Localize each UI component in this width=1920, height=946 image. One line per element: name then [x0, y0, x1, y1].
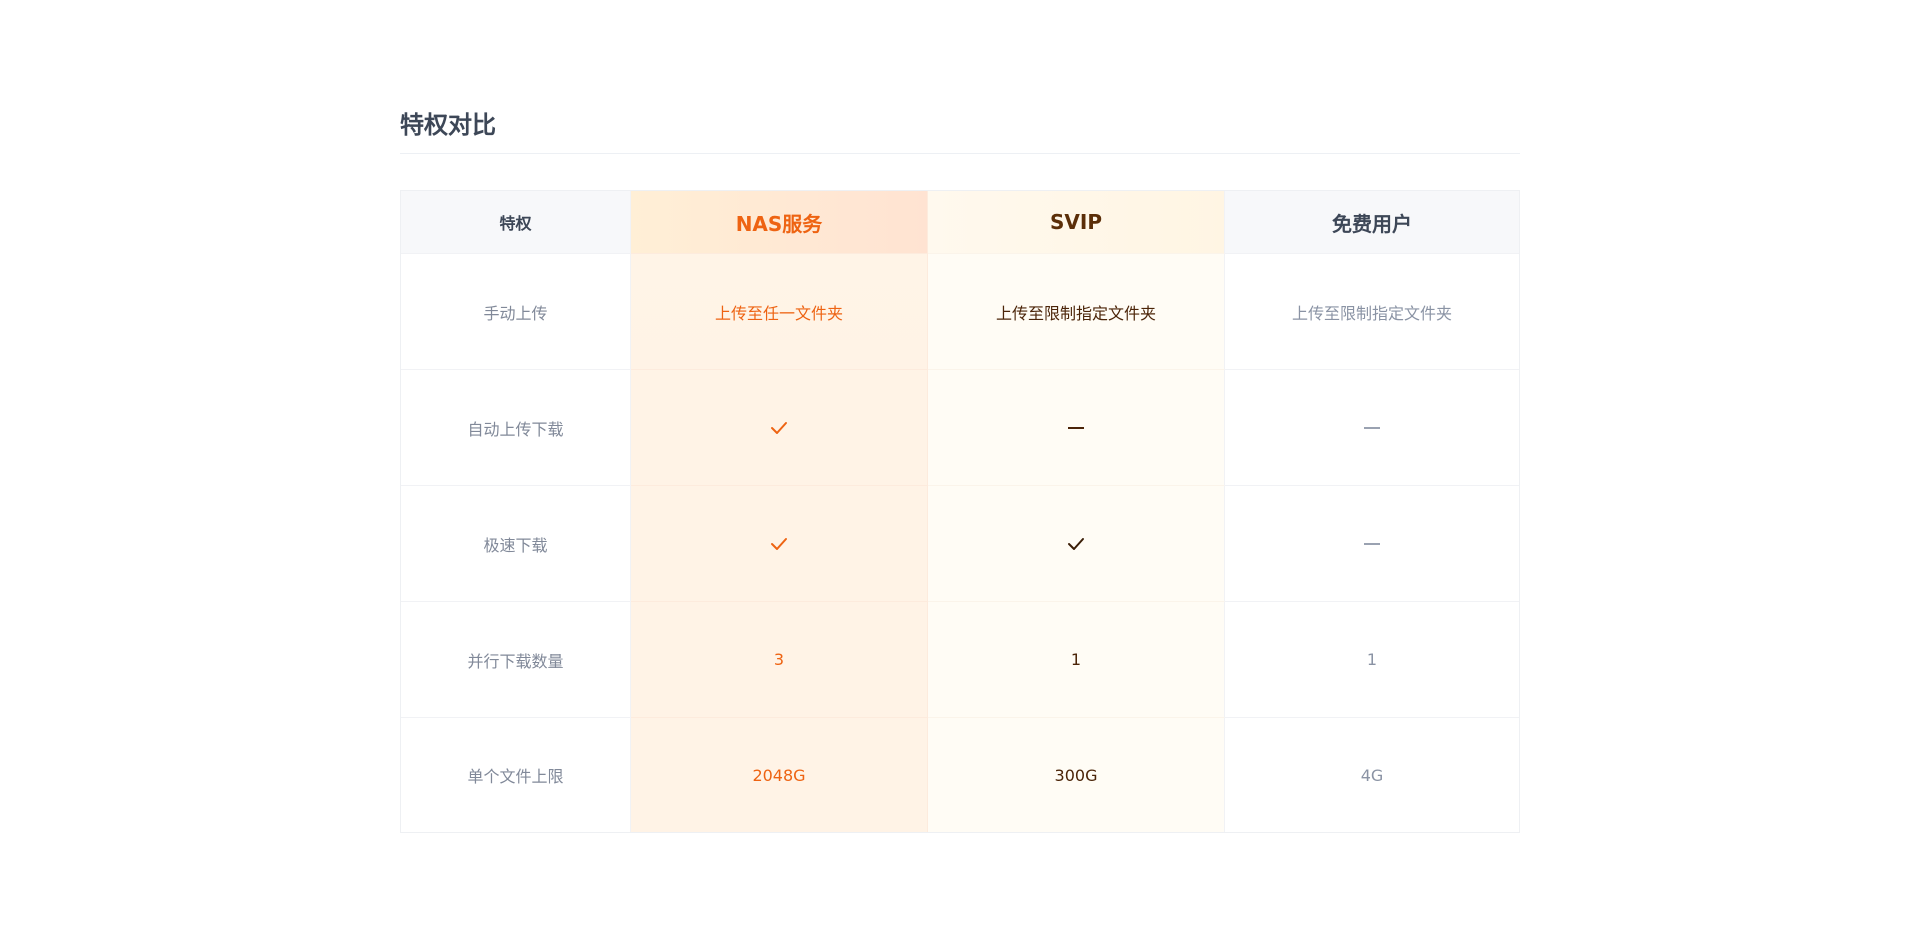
cell-free-single-file-limit: 4G [1360, 765, 1384, 785]
cell-nas-auto-upload-download [631, 370, 928, 486]
header-svip: SVIP [928, 191, 1225, 254]
cell-nas-manual-upload: 上传至任一文件夹 [631, 254, 928, 370]
page: 特权对比 特权 NAS服务 SVIP 免费用户 手动上传 上传至任一文件夹 上传… [0, 0, 1920, 946]
row-label-fast-download: 极速下载 [401, 486, 631, 602]
dash-icon [1068, 426, 1084, 429]
cell-svip-fast-download [928, 486, 1225, 602]
check-icon [770, 537, 788, 551]
check-icon [770, 421, 788, 435]
cell-nas-single-file-limit: 2048G [631, 718, 928, 832]
section-title: 特权对比 [400, 105, 1520, 154]
cell-nas-fast-download [631, 486, 928, 602]
row-label-manual-upload: 手动上传 [401, 254, 631, 370]
check-icon [1067, 537, 1085, 551]
cell-svip-parallel-downloads: 1 [928, 602, 1225, 718]
header-nas-service: NAS服务 [631, 191, 928, 254]
header-free-user: 免费用户 [1225, 191, 1519, 254]
dash-icon [1364, 542, 1380, 545]
cell-nas-parallel-downloads: 3 [631, 602, 928, 718]
cell-free-parallel-downloads: 1 [1225, 602, 1519, 718]
comparison-table: 特权 NAS服务 SVIP 免费用户 手动上传 上传至任一文件夹 上传至限制指定… [400, 190, 1520, 833]
dash-icon [1364, 426, 1380, 429]
row-label-single-file-limit: 单个文件上限 [401, 718, 631, 832]
row-label-parallel-downloads: 并行下载数量 [401, 602, 631, 718]
cell-free-fast-download [1225, 486, 1519, 602]
cell-svip-manual-upload: 上传至限制指定文件夹 [928, 254, 1225, 370]
row-label-auto-upload-download: 自动上传下载 [401, 370, 631, 486]
header-privilege: 特权 [401, 191, 631, 254]
cell-svip-single-file-limit: 300G [928, 718, 1225, 832]
cell-free-manual-upload: 上传至限制指定文件夹 [1225, 254, 1519, 370]
cell-free-auto-upload-download [1225, 370, 1519, 486]
privilege-comparison-section: 特权对比 特权 NAS服务 SVIP 免费用户 手动上传 上传至任一文件夹 上传… [400, 105, 1520, 833]
cell-svip-auto-upload-download [928, 370, 1225, 486]
